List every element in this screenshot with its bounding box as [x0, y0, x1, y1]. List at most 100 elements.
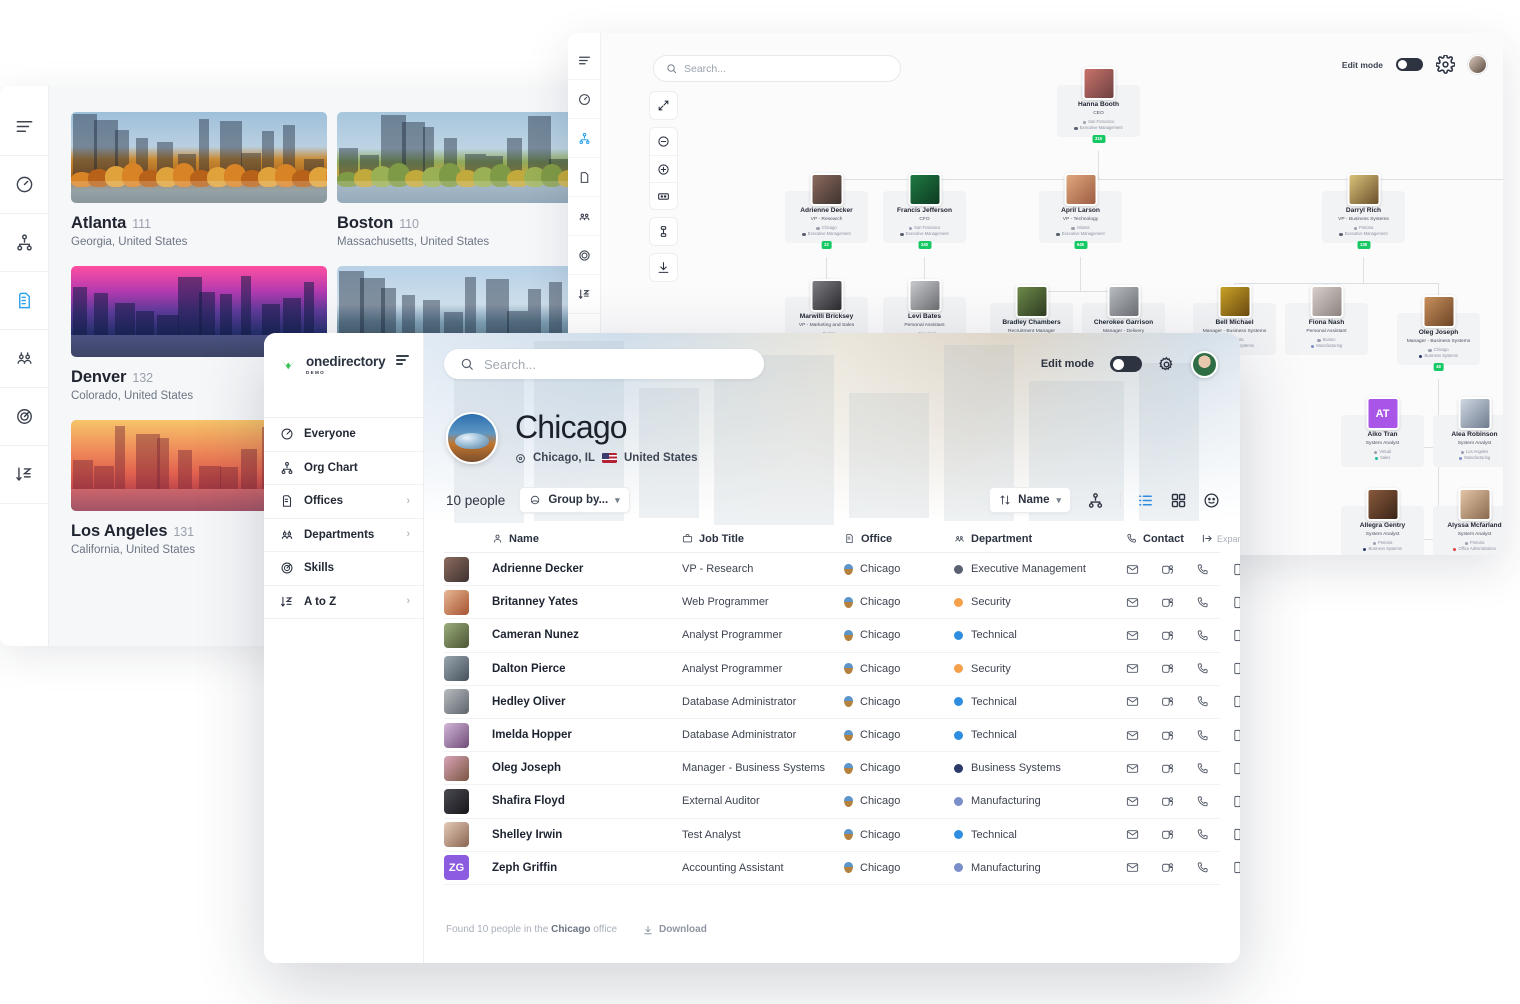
fit-screen-icon[interactable] [650, 182, 677, 209]
teams-icon[interactable] [1161, 662, 1174, 675]
org-node-count-badge[interactable]: 48 [1433, 363, 1444, 370]
column-header-name[interactable]: Name [492, 533, 682, 545]
org-node-count-badge[interactable]: 22 [821, 241, 832, 248]
org-node[interactable]: Hanna Booth CEO San Francisco Executive … [1057, 85, 1140, 137]
grid-view-icon[interactable] [1170, 492, 1187, 509]
org-node[interactable]: April Larson VP - Technology Atlanta Exe… [1039, 191, 1122, 243]
sidebar-toggle-icon[interactable] [396, 355, 409, 365]
offices-icon[interactable] [0, 272, 48, 330]
menu-icon[interactable] [0, 98, 48, 156]
sidebar-item-offices[interactable]: Offices › [264, 485, 423, 519]
office-card[interactable]: Boston110 Massachusetts, United States [337, 112, 593, 248]
teams-icon[interactable] [1161, 828, 1174, 841]
email-icon[interactable] [1126, 563, 1139, 576]
table-row[interactable]: Shelley Irwin Test Analyst Chicago Techn… [444, 819, 1220, 852]
phone-icon[interactable] [1196, 629, 1209, 642]
email-icon[interactable] [1126, 695, 1139, 708]
org-node-count-badge[interactable]: 315 [1092, 135, 1105, 142]
teams-icon[interactable] [1161, 629, 1174, 642]
edit-mode-toggle[interactable] [1110, 356, 1142, 372]
phone-icon[interactable] [1196, 795, 1209, 808]
table-row[interactable]: Hedley Oliver Database Administrator Chi… [444, 686, 1220, 719]
departments-icon[interactable] [0, 330, 48, 388]
group-by-dropdown[interactable]: Group by... ▾ [519, 487, 629, 513]
table-row[interactable]: Oleg Joseph Manager - Business Systems C… [444, 752, 1220, 785]
email-icon[interactable] [1126, 861, 1139, 874]
org-node[interactable]: Darryl Rich VP - Business Systems Pretor… [1322, 191, 1405, 243]
org-node[interactable]: Alyssa Mcfarland System Analyst Pretoria… [1433, 506, 1503, 555]
download-icon[interactable] [650, 254, 677, 281]
table-row[interactable]: Adrienne Decker VP - Research Chicago Ex… [444, 553, 1220, 586]
teams-icon[interactable] [1161, 795, 1174, 808]
menu-icon[interactable] [568, 41, 600, 80]
email-icon[interactable] [1126, 762, 1139, 775]
phone-icon[interactable] [1196, 695, 1209, 708]
zoom-out-icon[interactable] [650, 128, 677, 155]
phone-icon[interactable] [1196, 662, 1209, 675]
download-button[interactable]: Download [643, 924, 707, 935]
mobile-icon[interactable] [1231, 563, 1240, 576]
org-node[interactable]: Oleg Joseph Manager - Business Systems C… [1397, 313, 1480, 365]
email-icon[interactable] [1126, 596, 1139, 609]
sidebar-item-a-to-z[interactable]: A to Z › [264, 586, 423, 620]
column-header-department[interactable]: Department [954, 533, 1126, 545]
mobile-icon[interactable] [1231, 596, 1240, 609]
search-input[interactable]: Search... [444, 349, 764, 379]
table-row[interactable]: ZG Zeph Griffin Accounting Assistant Chi… [444, 852, 1220, 885]
table-row[interactable]: Shafira Floyd External Auditor Chicago M… [444, 785, 1220, 818]
a-to-z-icon[interactable] [0, 446, 48, 504]
org-node[interactable]: ATAiko Tran System Analyst Virtual Sales [1341, 415, 1424, 467]
org-chart-icon[interactable] [568, 119, 600, 158]
table-row[interactable]: Dalton Pierce Analyst Programmer Chicago… [444, 653, 1220, 686]
mobile-icon[interactable] [1231, 695, 1240, 708]
phone-icon[interactable] [1196, 596, 1209, 609]
email-icon[interactable] [1126, 729, 1139, 742]
column-header-office[interactable]: Office [844, 533, 954, 545]
teams-icon[interactable] [1161, 695, 1174, 708]
sidebar-item-skills[interactable]: Skills [264, 552, 423, 586]
org-node[interactable]: Allegra Gentry System Analyst Pretoria B… [1341, 506, 1424, 555]
mobile-icon[interactable] [1231, 729, 1240, 742]
org-node[interactable]: Adrienne Decker VP - Research Chicago Ex… [785, 191, 868, 243]
mobile-icon[interactable] [1231, 861, 1240, 874]
mobile-icon[interactable] [1231, 629, 1240, 642]
phone-icon[interactable] [1196, 762, 1209, 775]
user-avatar[interactable] [1191, 351, 1218, 378]
dashboard-icon[interactable] [0, 156, 48, 214]
a-to-z-icon[interactable] [568, 275, 600, 314]
org-node-count-badge[interactable]: 240 [918, 241, 931, 248]
email-icon[interactable] [1126, 795, 1139, 808]
org-node-count-badge[interactable]: 645 [1074, 241, 1087, 248]
email-icon[interactable] [1126, 828, 1139, 841]
teams-icon[interactable] [1161, 729, 1174, 742]
zoom-in-icon[interactable] [650, 155, 677, 182]
brand-logo[interactable]: onedirectory DEMO [264, 333, 423, 395]
sort-dropdown[interactable]: Name ▾ [989, 487, 1071, 513]
org-chart-icon[interactable] [0, 214, 48, 272]
skills-icon[interactable] [568, 236, 600, 275]
mobile-icon[interactable] [1231, 828, 1240, 841]
org-node[interactable]: Fiona Nash Personal Assistant Boston Man… [1285, 303, 1368, 355]
org-node-count-badge[interactable]: 138 [1357, 241, 1370, 248]
face-view-icon[interactable] [1203, 492, 1220, 509]
skills-icon[interactable] [0, 388, 48, 446]
email-icon[interactable] [1126, 662, 1139, 675]
column-header-job-title[interactable]: Job Title [682, 533, 844, 545]
org-chart-view-icon[interactable] [1087, 492, 1104, 509]
expand-button[interactable]: Expand [1202, 533, 1240, 544]
dashboard-icon[interactable] [568, 80, 600, 119]
table-row[interactable]: Cameran Nunez Analyst Programmer Chicago… [444, 619, 1220, 652]
phone-icon[interactable] [1196, 563, 1209, 576]
email-icon[interactable] [1126, 629, 1139, 642]
table-row[interactable]: Britanney Yates Web Programmer Chicago S… [444, 586, 1220, 619]
mobile-icon[interactable] [1231, 662, 1240, 675]
office-card[interactable]: Atlanta111 Georgia, United States [71, 112, 327, 248]
gear-icon[interactable] [1158, 356, 1175, 373]
org-node[interactable]: Alea Robinson System Analyst Los Angeles… [1433, 415, 1503, 467]
teams-icon[interactable] [1161, 762, 1174, 775]
layout-icon[interactable] [650, 218, 677, 245]
expand-icon[interactable] [650, 92, 677, 119]
org-node[interactable]: Francis Jefferson CFO San Francisco Exec… [883, 191, 966, 243]
phone-icon[interactable] [1196, 861, 1209, 874]
sidebar-item-everyone[interactable]: Everyone [264, 418, 423, 452]
